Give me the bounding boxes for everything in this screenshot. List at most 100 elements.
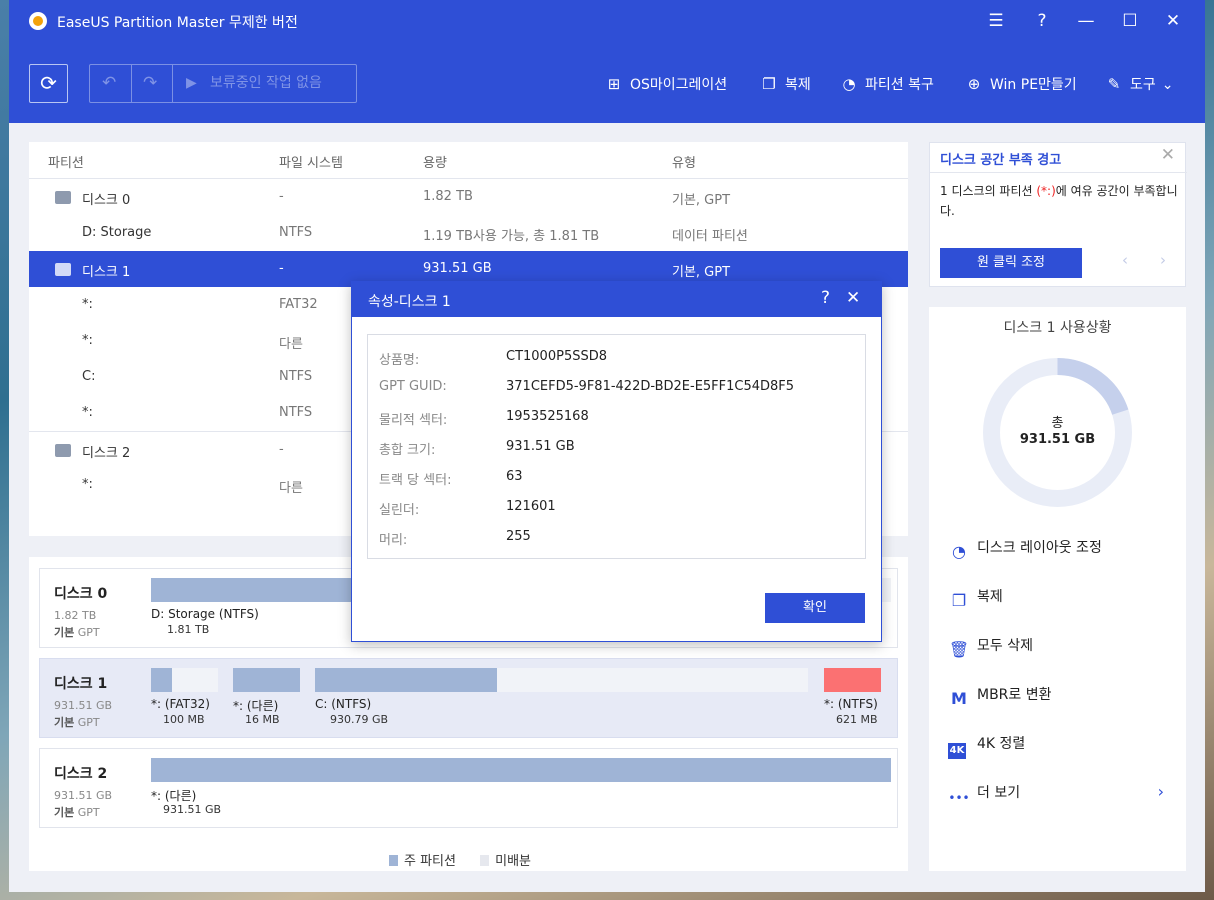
app-window: EaseUS Partition Master 무제한 버전 ☰ ? — ☐ ✕… bbox=[9, 0, 1205, 892]
clone-icon: ❐ bbox=[951, 591, 967, 610]
clone-button[interactable]: ❐ 복제 bbox=[760, 74, 811, 94]
partition-label: *: (다른) bbox=[151, 789, 197, 803]
partition-usage-fill bbox=[151, 668, 173, 692]
table-row-disk-0[interactable]: 디스크 0 - 1.82 TB 기본, GPT bbox=[29, 179, 908, 215]
os-migration-label: OS마이그레이션 bbox=[630, 77, 728, 93]
tools-button[interactable]: ✎ 도구 ⌄ bbox=[1105, 74, 1174, 94]
disk-name: 디스크 0 bbox=[54, 586, 108, 602]
row-filesystem: - bbox=[279, 442, 284, 457]
undo-icon[interactable]: ↶ bbox=[102, 65, 116, 102]
disk-type-rest: GPT bbox=[77, 806, 100, 819]
play-icon[interactable]: ▶ bbox=[186, 65, 197, 102]
property-value: 931.51 GB bbox=[506, 439, 575, 454]
row-filesystem: - bbox=[279, 189, 284, 204]
close-button[interactable]: ✕ bbox=[1159, 8, 1187, 34]
app-title: EaseUS Partition Master 무제한 버전 bbox=[57, 15, 298, 31]
row-name: C: bbox=[82, 369, 96, 384]
ok-button[interactable]: 확인 bbox=[765, 593, 865, 623]
title-bar: EaseUS Partition Master 무제한 버전 ☰ ? — ☐ ✕ bbox=[9, 0, 1205, 42]
row-name: *: bbox=[82, 477, 93, 492]
wrench-icon: ✎ bbox=[1107, 75, 1121, 93]
partition-size: 16 MB bbox=[245, 713, 280, 726]
convert-mbr-action[interactable]: M MBR로 변환 bbox=[948, 684, 1052, 711]
row-capacity: 931.51 GB bbox=[423, 261, 492, 276]
partition-recovery-button[interactable]: ◔ 파티션 복구 bbox=[840, 74, 933, 94]
help-icon[interactable]: ? bbox=[821, 288, 830, 308]
action-label: MBR로 변환 bbox=[977, 687, 1052, 703]
close-icon[interactable]: ✕ bbox=[846, 288, 860, 308]
property-key: 물리적 섹터: bbox=[379, 413, 448, 428]
redo-icon[interactable]: ↷ bbox=[143, 65, 157, 102]
header-partition: 파티션 bbox=[48, 156, 84, 171]
property-key: GPT GUID: bbox=[379, 379, 447, 394]
row-filesystem: NTFS bbox=[279, 369, 313, 384]
disk-usage-panel: 디스크 1 사용상황 총 931.51 GB ◔ 디스크 레이아웃 조정 ❐ 복제 … bbox=[929, 307, 1186, 871]
pending-operations-group: ↶ ↷ ▶ 보류중인 작업 없음 bbox=[89, 64, 357, 103]
clone-action[interactable]: ❐ 복제 bbox=[948, 586, 1003, 613]
partition-bar[interactable] bbox=[151, 758, 891, 782]
adjust-layout-action[interactable]: ◔ 디스크 레이아웃 조정 bbox=[948, 537, 1102, 564]
mbr-convert-icon: M bbox=[951, 689, 967, 708]
disk-card-1[interactable]: 디스크 1 931.51 GB 기본 GPT *: (FAT32) 100 MB… bbox=[39, 658, 898, 738]
row-type: 데이터 파티션 bbox=[672, 229, 748, 244]
disk-size: 931.51 GB bbox=[54, 789, 113, 802]
table-row[interactable]: D: Storage NTFS 1.19 TB사용 가능, 총 1.81 TB … bbox=[29, 215, 908, 251]
maximize-button[interactable]: ☐ bbox=[1116, 8, 1144, 34]
disk-name: 디스크 2 bbox=[54, 766, 108, 782]
legend-primary-label: 주 파티션 bbox=[404, 854, 456, 869]
warning-message: 1 디스크의 파티션 (*:)에 여유 공간이 부족합니다. bbox=[940, 181, 1180, 221]
pie-chart-icon: ◔ bbox=[842, 75, 856, 93]
partition-bar[interactable] bbox=[824, 668, 881, 692]
winpe-button[interactable]: ⊕ Win PE만들기 bbox=[965, 74, 1077, 94]
row-type: 기본, GPT bbox=[672, 265, 731, 280]
chevron-right-icon[interactable]: › bbox=[1158, 782, 1164, 801]
partition-bar[interactable] bbox=[151, 668, 218, 692]
row-name: D: Storage bbox=[82, 225, 152, 240]
disk-type-rest: GPT bbox=[77, 716, 100, 729]
menu-icon[interactable]: ☰ bbox=[982, 8, 1010, 34]
row-capacity: 1.19 TB사용 가능, 총 1.81 TB bbox=[423, 229, 600, 244]
property-row: 트랙 당 섹터: 63 bbox=[368, 463, 865, 493]
windows-icon: ⊞ bbox=[607, 75, 621, 93]
partition-size: 100 MB bbox=[163, 713, 205, 726]
disk-type-bold: 기본 bbox=[54, 806, 75, 819]
help-icon[interactable]: ? bbox=[1028, 8, 1056, 34]
row-filesystem: 다른 bbox=[279, 481, 303, 496]
warning-text-before: 1 디스크의 파티션 bbox=[940, 184, 1037, 198]
row-filesystem: - bbox=[279, 261, 284, 276]
property-row: 머리: 255 bbox=[368, 523, 865, 553]
dialog-title: 속성-디스크 1 bbox=[368, 294, 451, 310]
chevron-down-icon: ⌄ bbox=[1161, 77, 1174, 93]
property-value: 371CEFD5-9F81-422D-BD2E-E5FF1C54D8F5 bbox=[506, 379, 795, 394]
disk-card-2[interactable]: 디스크 2 931.51 GB 기본 GPT *: (다른) 931.51 GB bbox=[39, 748, 898, 828]
disk-type-rest: GPT bbox=[77, 626, 100, 639]
warning-close-icon[interactable]: ✕ bbox=[1161, 145, 1175, 165]
refresh-button[interactable]: ⟳ bbox=[29, 64, 68, 103]
chevron-left-icon[interactable]: ‹ bbox=[1122, 251, 1128, 269]
minimize-button[interactable]: — bbox=[1072, 8, 1100, 34]
disk-size: 1.82 TB bbox=[54, 609, 97, 622]
pending-operations-text: 보류중인 작업 없음 bbox=[210, 75, 322, 91]
chevron-right-icon[interactable]: › bbox=[1160, 251, 1166, 269]
partition-usage-fill bbox=[233, 668, 300, 692]
disk-type-bold: 기본 bbox=[54, 716, 75, 729]
disk-type-bold: 기본 bbox=[54, 626, 75, 639]
partition-bar[interactable] bbox=[315, 668, 808, 692]
partition-label: *: (NTFS) bbox=[824, 697, 878, 711]
delete-all-action[interactable]: 🗑 모두 삭제 bbox=[948, 635, 1033, 662]
row-name: 디스크 2 bbox=[82, 446, 131, 461]
donut-total-value: 931.51 GB bbox=[1019, 432, 1096, 447]
4k-align-action[interactable]: 4K 4K 정렬 bbox=[948, 733, 1025, 759]
one-click-adjust-button[interactable]: 원 클릭 조정 bbox=[940, 248, 1082, 278]
action-label: 4K 정렬 bbox=[977, 736, 1026, 752]
os-migration-button[interactable]: ⊞ OS마이그레이션 bbox=[605, 74, 727, 94]
partition-size: 1.81 TB bbox=[167, 623, 210, 636]
trash-icon: 🗑 bbox=[948, 640, 970, 659]
action-label: 복제 bbox=[977, 589, 1003, 605]
disk-properties-dialog: 속성-디스크 1 ? ✕ 상품명: CT1000P5SSD8 GPT GUID: 3… bbox=[351, 281, 882, 642]
partition-bar[interactable] bbox=[233, 668, 300, 692]
more-action[interactable]: ••• 더 보기 bbox=[948, 782, 1168, 813]
partition-label: *: (FAT32) bbox=[151, 697, 210, 711]
winpe-label: Win PE만들기 bbox=[990, 77, 1077, 93]
property-row: 물리적 섹터: 1953525168 bbox=[368, 403, 865, 433]
